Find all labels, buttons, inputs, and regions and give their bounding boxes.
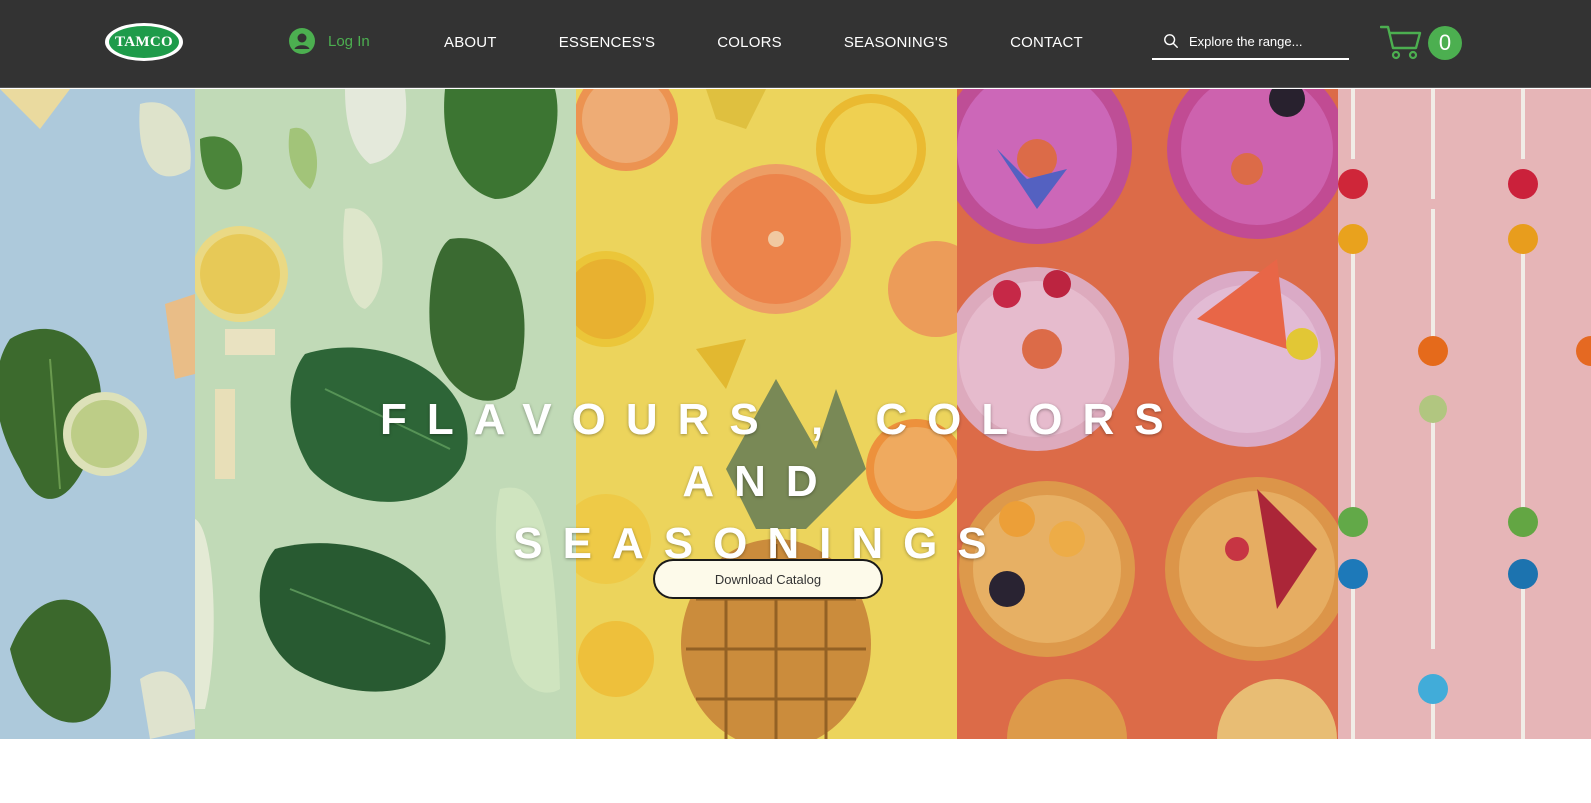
cart-count-badge: 0 bbox=[1428, 26, 1462, 60]
hero-banner: FLAVOURS , COLORS AND SEASONINGS bbox=[0, 89, 1591, 739]
headline-line-1: FLAVOURS , COLORS bbox=[380, 395, 1184, 444]
hero-panel-herbs bbox=[0, 89, 195, 739]
login-label: Log In bbox=[328, 32, 370, 50]
herbs-image-icon bbox=[0, 89, 195, 739]
nav-item-contact[interactable]: CONTACT bbox=[1010, 34, 1083, 51]
search-bar bbox=[1152, 24, 1349, 60]
site-header: TAMCO Log In ABOUT ESSENCES'S COLORS SEA… bbox=[0, 0, 1591, 88]
user-avatar-icon bbox=[289, 28, 315, 54]
download-catalog-button[interactable]: Download Catalog bbox=[653, 559, 883, 599]
cart-button[interactable]: 0 bbox=[1380, 22, 1464, 62]
headline-line-2: AND bbox=[682, 457, 838, 506]
nav-item-essences[interactable]: ESSENCES'S bbox=[559, 34, 656, 51]
search-icon[interactable] bbox=[1163, 32, 1179, 50]
main-nav: ABOUT ESSENCES'S COLORS SEASONING'S CONT… bbox=[420, 30, 1083, 54]
shopping-cart-icon bbox=[1380, 25, 1422, 60]
lollipops-image-icon bbox=[1338, 89, 1591, 739]
hero-headline: FLAVOURS , COLORS AND SEASONINGS bbox=[380, 389, 1184, 575]
logo-text: TAMCO bbox=[115, 33, 173, 50]
nav-item-about[interactable]: ABOUT bbox=[444, 34, 497, 51]
tamco-logo[interactable]: TAMCO bbox=[104, 22, 184, 62]
login-button[interactable]: Log In bbox=[289, 27, 370, 55]
nav-item-seasonings[interactable]: SEASONING'S bbox=[844, 34, 948, 51]
hero-panel-lollipops bbox=[1338, 89, 1591, 739]
search-input[interactable] bbox=[1189, 33, 1349, 49]
nav-item-colors[interactable]: COLORS bbox=[717, 34, 782, 51]
